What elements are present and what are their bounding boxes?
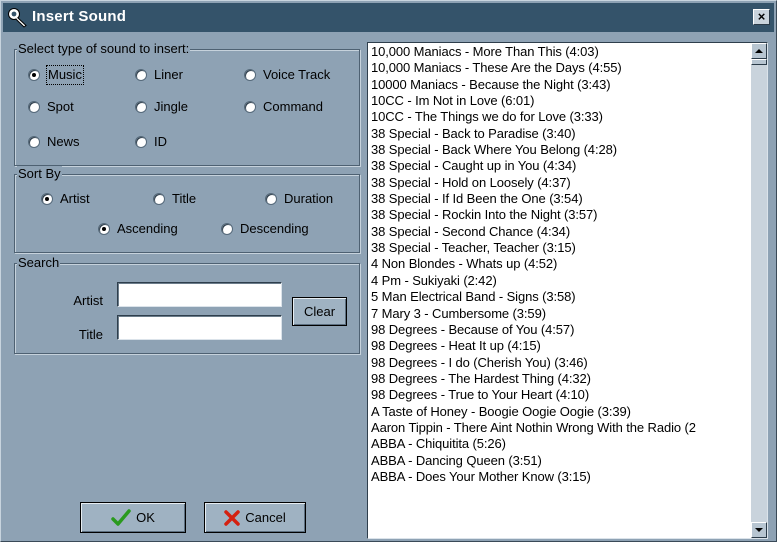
list-item[interactable]: 10CC - The Things we do for Love (3:33) — [371, 109, 751, 125]
scroll-down-button[interactable] — [751, 522, 767, 538]
radio-dot[interactable] — [135, 101, 147, 113]
artist-input[interactable] — [117, 282, 282, 307]
radio-dot[interactable] — [265, 193, 277, 205]
list-item[interactable]: 38 Special - Caught up in You (4:34) — [371, 158, 751, 174]
cancel-button-label: Cancel — [245, 510, 286, 525]
check-icon — [111, 508, 131, 526]
sound-list-items: 10,000 Maniacs - More Than This (4:03) 10… — [371, 44, 751, 485]
list-item[interactable]: 38 Special - If Id Been the One (3:54) — [371, 191, 751, 207]
list-item[interactable]: 10,000 Maniacs - These Are the Days (4:5… — [371, 60, 751, 76]
radio-label: Liner — [154, 67, 183, 82]
radio-label: Command — [263, 99, 323, 114]
radio-dot[interactable] — [153, 193, 165, 205]
list-item[interactable]: 4 Pm - Sukiyaki (2:42) — [371, 273, 751, 289]
radio-label: Jingle — [154, 99, 188, 114]
radio-dot[interactable] — [244, 101, 256, 113]
insert-sound-dialog: Insert Sound × Select type of sound to i… — [0, 0, 777, 542]
vertical-scrollbar[interactable] — [751, 43, 767, 538]
radio-label: Ascending — [117, 221, 178, 236]
radio-dot[interactable] — [135, 136, 147, 148]
list-item[interactable]: 7 Mary 3 - Cumbersome (3:59) — [371, 306, 751, 322]
radio-dot[interactable] — [28, 101, 40, 113]
wrench-icon — [8, 8, 27, 28]
radio-label: ID — [154, 134, 167, 149]
scroll-thumb[interactable] — [751, 59, 767, 65]
scroll-up-button[interactable] — [751, 43, 767, 59]
radio-label: Artist — [60, 191, 90, 206]
list-item[interactable]: 10CC - Im Not in Love (6:01) — [371, 93, 751, 109]
radio-dot[interactable] — [28, 136, 40, 148]
radio-label: Descending — [240, 221, 309, 236]
radio-label: Voice Track — [263, 67, 331, 82]
sort-by-group: Sort By — [14, 166, 360, 253]
radio-dot[interactable] — [98, 223, 110, 235]
list-item[interactable]: 98 Degrees - Heat It up (4:15) — [371, 338, 751, 354]
radio-label: Music — [46, 65, 84, 85]
arrow-down-icon — [755, 528, 763, 532]
title-bar[interactable]: Insert Sound × — [3, 3, 774, 32]
list-item[interactable]: ABBA - Does Your Mother Know (3:15) — [371, 469, 751, 485]
cancel-button[interactable]: Cancel — [204, 502, 306, 533]
list-item[interactable]: ABBA - Chiquitita (5:26) — [371, 436, 751, 452]
radio-dot[interactable] — [221, 223, 233, 235]
radio-dot[interactable] — [135, 69, 147, 81]
close-icon: × — [757, 9, 766, 24]
radio-label: News — [47, 134, 80, 149]
artist-label: Artist — [73, 293, 103, 308]
x-icon — [224, 509, 241, 526]
radio-dot[interactable] — [41, 193, 53, 205]
list-item[interactable]: 5 Man Electrical Band - Signs (3:58) — [371, 289, 751, 305]
search-legend: Search — [17, 255, 61, 270]
sound-type-legend: Select type of sound to insert: — [17, 41, 191, 56]
list-item[interactable]: 4 Non Blondes - Whats up (4:52) — [371, 256, 751, 272]
list-item[interactable]: 98 Degrees - Because of You (4:57) — [371, 322, 751, 338]
list-item[interactable]: 38 Special - Hold on Loosely (4:37) — [371, 175, 751, 191]
sort-by-legend: Sort By — [17, 166, 62, 181]
radio-label: Duration — [284, 191, 334, 206]
radio-dot[interactable] — [28, 69, 40, 81]
list-item[interactable]: A Taste of Honey - Boogie Oogie Oogie (3… — [371, 404, 751, 420]
list-item[interactable]: 98 Degrees - True to Your Heart (4:10) — [371, 387, 751, 403]
title-label: Title — [78, 327, 103, 342]
list-item[interactable]: 38 Special - Teacher, Teacher (3:15) — [371, 240, 751, 256]
title-input[interactable] — [117, 315, 282, 340]
radio-label: Title — [172, 191, 197, 206]
radio-label: Spot — [47, 99, 74, 114]
list-item[interactable]: ABBA - Dancing Queen (3:51) — [371, 453, 751, 469]
list-item[interactable]: 38 Special - Back Where You Belong (4:28… — [371, 142, 751, 158]
close-button[interactable]: × — [753, 9, 770, 25]
arrow-up-icon — [755, 49, 763, 53]
clear-button[interactable]: Clear — [292, 297, 347, 326]
radio-dot[interactable] — [244, 69, 256, 81]
sound-list[interactable]: 10,000 Maniacs - More Than This (4:03) 10… — [367, 42, 768, 539]
list-item[interactable]: 10,000 Maniacs - More Than This (4:03) — [371, 44, 751, 60]
window-title: Insert Sound — [32, 8, 127, 25]
list-item[interactable]: 10000 Maniacs - Because the Night (3:43) — [371, 77, 751, 93]
list-item[interactable]: 38 Special - Rockin Into the Night (3:57… — [371, 207, 751, 223]
list-item[interactable]: 98 Degrees - The Hardest Thing (4:32) — [371, 371, 751, 387]
ok-button-label: OK — [136, 510, 155, 525]
list-item[interactable]: 38 Special - Second Chance (4:34) — [371, 224, 751, 240]
list-item[interactable]: 38 Special - Back to Paradise (3:40) — [371, 126, 751, 142]
list-item[interactable]: Aaron Tippin - There Aint Nothin Wrong W… — [371, 420, 751, 436]
list-item[interactable]: 98 Degrees - I do (Cherish You) (3:46) — [371, 355, 751, 371]
clear-button-label: Clear — [303, 304, 336, 319]
ok-button[interactable]: OK — [80, 502, 186, 533]
